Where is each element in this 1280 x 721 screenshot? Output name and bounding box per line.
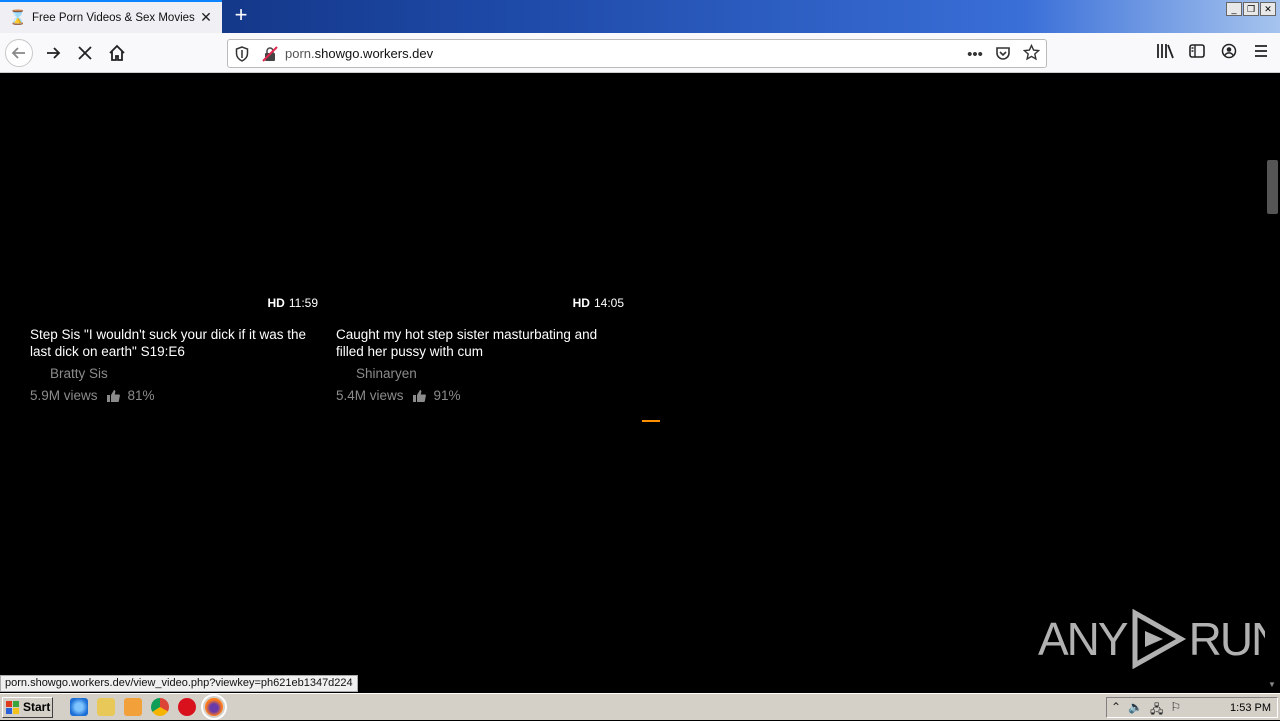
hd-badge: HD (572, 296, 590, 310)
close-window-icon[interactable]: ✕ (1260, 2, 1276, 16)
window-controls: _ ❐ ✕ (1226, 2, 1276, 16)
url-domain: showgo.workers.dev (314, 46, 434, 61)
home-icon (109, 44, 125, 61)
shield-icon[interactable] (235, 46, 249, 62)
firefox-icon[interactable] (201, 694, 227, 720)
clock[interactable]: 1:53 PM (1230, 702, 1271, 714)
volume-icon[interactable]: 🔈 (1128, 700, 1143, 721)
quick-launch (70, 694, 227, 720)
video-uploader[interactable]: Shinaryen (356, 366, 417, 381)
insecure-lock-icon[interactable] (262, 46, 278, 62)
title-bar: ⌛ Free Porn Videos & Sex Movies - P ✕ + … (0, 0, 1280, 33)
view-count: 5.4M views (336, 388, 404, 403)
start-button[interactable]: Start (2, 697, 53, 718)
video-title[interactable]: Step Sis "I wouldn't suck your dick if i… (30, 326, 322, 360)
home-button[interactable] (103, 39, 131, 67)
vertical-scrollbar[interactable]: ▼ (1265, 74, 1280, 691)
folder-icon[interactable] (97, 698, 115, 716)
stop-loading-button[interactable] (71, 39, 99, 67)
media-player-icon[interactable] (124, 698, 142, 716)
status-link: porn.showgo.workers.dev/view_video.php?v… (0, 675, 358, 692)
thumbs-up-icon (412, 389, 426, 402)
hourglass-icon: ⌛ (9, 9, 27, 25)
forward-button[interactable] (39, 39, 67, 67)
taskbar: Start ⌃ 🔈 🖧 ⚐ 1:53 PM (0, 693, 1280, 720)
video-duration: HD 11:59 (268, 296, 318, 310)
library-icon[interactable] (1156, 43, 1174, 61)
url-prefix: porn. (285, 46, 315, 61)
video-stats: 5.4M views 91% (336, 388, 461, 403)
start-label: Start (23, 700, 51, 714)
sidebar-icon[interactable] (1188, 43, 1206, 61)
close-icon (78, 46, 92, 60)
hd-badge: HD (267, 296, 285, 310)
rating-percent: 91% (433, 388, 461, 403)
tray-icons: ⌃ 🔈 🖧 ⚐ (1111, 700, 1181, 721)
tab-active[interactable]: ⌛ Free Porn Videos & Sex Movies - P ✕ (0, 0, 222, 33)
new-tab-button[interactable]: + (230, 4, 252, 27)
duration-text: 11:59 (288, 296, 318, 310)
account-icon[interactable] (1220, 43, 1238, 61)
opera-icon[interactable] (178, 698, 196, 716)
action-center-flag-icon[interactable]: ⚐ (1170, 700, 1181, 721)
menu-icon[interactable] (1252, 43, 1270, 61)
back-button[interactable] (5, 39, 33, 67)
video-stats: 5.9M views 81% (30, 388, 155, 403)
video-uploader[interactable]: Bratty Sis (50, 366, 108, 381)
page-content: HD 11:59 Step Sis "I wouldn't suck your d… (0, 74, 1280, 691)
scroll-down-icon[interactable]: ▼ (1268, 680, 1276, 689)
url-text[interactable]: porn.showgo.workers.dev (285, 46, 433, 61)
show-hidden-icons-icon[interactable]: ⌃ (1111, 700, 1121, 721)
view-count: 5.9M views (30, 388, 98, 403)
video-title[interactable]: Caught my hot step sister masturbating a… (336, 326, 628, 360)
pocket-icon[interactable] (994, 45, 1012, 65)
url-bar[interactable]: porn.showgo.workers.dev ••• (227, 39, 1047, 68)
play-logo-icon (1132, 609, 1186, 669)
bookmark-star-icon[interactable] (1022, 43, 1040, 65)
restore-icon[interactable]: ❐ (1243, 2, 1259, 16)
tab-title: Free Porn Videos & Sex Movies - P (32, 11, 197, 24)
network-icon[interactable]: 🖧 (1150, 700, 1163, 721)
system-tray: ⌃ 🔈 🖧 ⚐ 1:53 PM (1106, 697, 1278, 718)
scrollbar-thumb[interactable] (1267, 160, 1278, 214)
rating-percent: 81% (127, 388, 155, 403)
chrome-icon[interactable] (151, 698, 169, 716)
watermark-left: ANY (1038, 613, 1129, 665)
minimize-icon[interactable]: _ (1226, 2, 1242, 16)
arrow-right-icon (47, 47, 61, 59)
windows-flag-icon (6, 701, 19, 714)
close-tab-icon[interactable]: ✕ (198, 9, 214, 25)
page-actions-button[interactable]: ••• (966, 46, 984, 63)
ie-icon[interactable] (70, 698, 88, 716)
anyrun-watermark: ANY RUN (1038, 609, 1280, 669)
navigation-bar: porn.showgo.workers.dev ••• (0, 33, 1280, 73)
duration-text: 14:05 (593, 296, 624, 310)
thumbs-up-icon (106, 389, 120, 402)
url-actions: ••• (966, 43, 1040, 65)
arrow-left-icon (11, 47, 25, 59)
toolbar-icons (1156, 43, 1270, 61)
loading-indicator (642, 420, 660, 422)
video-duration: HD 14:05 (573, 296, 624, 310)
